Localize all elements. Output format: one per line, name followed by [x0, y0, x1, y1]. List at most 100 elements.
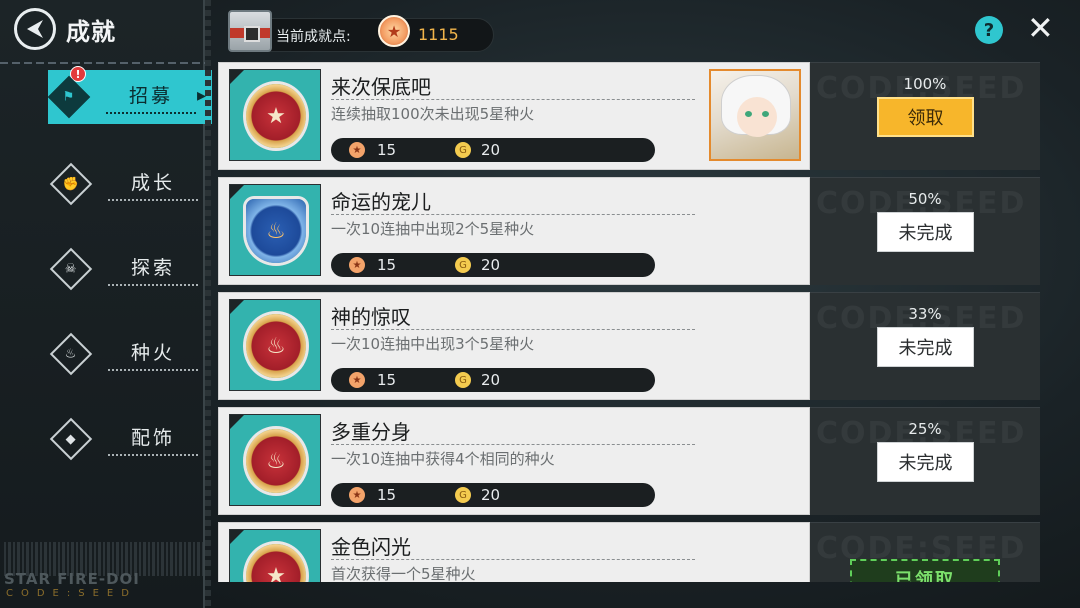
achievement-title: 多重分身 — [331, 420, 411, 444]
points-value: 1115 — [418, 25, 459, 44]
reward-points: 15 — [377, 486, 397, 504]
achievement-badge: ★ — [229, 69, 321, 161]
page-title: 成就 — [66, 18, 116, 46]
sidebar-item-growth[interactable]: ✊ 成长 — [49, 158, 210, 210]
sidebar: 成就 ! ⚑ 招募 ▸ ✊ 成长 ☠ 探索 ♨ 种火 ◆ 配饰 STAR FIR… — [0, 0, 212, 608]
claimed-badge: 已领取 — [850, 559, 1000, 582]
sidebar-item-fire[interactable]: ♨ 种火 — [49, 328, 210, 380]
incomplete-button[interactable]: 未完成 — [877, 327, 974, 367]
help-button[interactable]: ? — [975, 16, 1003, 44]
fire-medal-icon: ♨ — [246, 429, 306, 493]
chest-icon — [228, 10, 272, 52]
trophy-point-icon: ★ — [349, 142, 365, 158]
divider — [331, 444, 695, 445]
status-panel: CODE:SEED 33% 未完成 — [810, 292, 1040, 400]
achievement-card: ♨ 神的惊叹 一次10连抽中出现3个5星种火 ★ 15 G 20 — [218, 292, 810, 400]
reward-coins: 20 — [481, 256, 501, 274]
reward-bar: ★ 15 G 20 — [331, 253, 655, 277]
achievement-desc: 一次10连抽中出现2个5星种火 — [331, 220, 535, 238]
growth-icon: ✊ — [49, 162, 93, 206]
achievement-card: ♨ 命运的宠儿 一次10连抽中出现2个5星种火 ★ 15 G 20 — [218, 177, 810, 285]
sidebar-item-recruit[interactable]: ! ⚑ 招募 ▸ — [47, 66, 212, 124]
character-portrait[interactable] — [709, 69, 801, 161]
trophy-icon: ★ — [378, 15, 410, 47]
progress-percent: 33% — [908, 305, 942, 323]
fire-medal-icon: ♨ — [246, 314, 306, 378]
reward-points: 15 — [377, 371, 397, 389]
reward-bar: ★ 15 G 20 — [331, 138, 655, 162]
reward-coins: 20 — [481, 141, 501, 159]
achievement-title: 金色闪光 — [331, 535, 411, 559]
divider — [331, 214, 695, 215]
status-panel: CODE:SEED 25% 未完成 — [810, 407, 1040, 515]
achievement-row: ★ 来次保底吧 连续抽取100次未出现5星种火 ★ 15 G 20 CODE:S… — [218, 62, 1040, 170]
achievement-title: 命运的宠儿 — [331, 190, 431, 214]
brand-text: STAR FIRE-DOI — [4, 570, 140, 588]
reward-bar: ★ 15 G 20 — [331, 368, 655, 392]
status-panel: CODE:SEED 已领取 — [810, 522, 1040, 582]
achievement-card: ★ 来次保底吧 连续抽取100次未出现5星种火 ★ 15 G 20 — [218, 62, 810, 170]
incomplete-button[interactable]: 未完成 — [877, 442, 974, 482]
sidebar-item-explore[interactable]: ☠ 探索 — [49, 243, 210, 295]
divider — [331, 99, 695, 100]
achievement-desc: 连续抽取100次未出现5星种火 — [331, 105, 535, 123]
sidebar-item-label: 招募 — [106, 81, 196, 114]
achievement-row: ♨ 命运的宠儿 一次10连抽中出现2个5星种火 ★ 15 G 20 CODE:S… — [218, 177, 1040, 285]
gold-coin-icon: G — [455, 487, 471, 503]
incomplete-button[interactable]: 未完成 — [877, 212, 974, 252]
trophy-point-icon: ★ — [349, 487, 365, 503]
achievement-desc: 一次10连抽中出现3个5星种火 — [331, 335, 535, 353]
fire-icon: ♨ — [49, 332, 93, 376]
reward-points: 15 — [377, 141, 397, 159]
sidebar-item-label: 成长 — [108, 168, 198, 201]
reward-bar: ★ 15 G 20 — [331, 483, 655, 507]
chevron-right-icon: ▸ — [196, 85, 206, 106]
sidebar-item-accessory[interactable]: ◆ 配饰 — [49, 413, 210, 465]
reward-coins: 20 — [481, 486, 501, 504]
brand-subtext: CODE:SEED — [6, 588, 137, 599]
reward-coins: 20 — [481, 371, 501, 389]
achievement-title: 来次保底吧 — [331, 75, 431, 99]
recruit-icon: ⚑ — [47, 75, 91, 119]
achievement-card: ★ 金色闪光 首次获得一个5星种火 — [218, 522, 810, 582]
progress-percent: 100% — [903, 75, 947, 93]
achievement-row: ♨ 多重分身 一次10连抽中获得4个相同的种火 ★ 15 G 20 CODE:S… — [218, 407, 1040, 515]
gold-coin-icon: G — [455, 257, 471, 273]
back-button[interactable] — [14, 8, 56, 50]
achievement-card: ♨ 多重分身 一次10连抽中获得4个相同的种火 ★ 15 G 20 — [218, 407, 810, 515]
explore-icon: ☠ — [49, 247, 93, 291]
achievement-row: ♨ 神的惊叹 一次10连抽中出现3个5星种火 ★ 15 G 20 CODE:SE… — [218, 292, 1040, 400]
fire-shield-icon: ♨ — [246, 199, 306, 263]
accessory-icon: ◆ — [49, 417, 93, 461]
trophy-point-icon: ★ — [349, 257, 365, 273]
achievement-badge: ♨ — [229, 414, 321, 506]
gold-coin-icon: G — [455, 372, 471, 388]
achievement-desc: 首次获得一个5星种火 — [331, 565, 476, 582]
divider — [331, 329, 695, 330]
points-label: 当前成就点: — [276, 29, 351, 45]
achievement-desc: 一次10连抽中获得4个相同的种火 — [331, 450, 555, 468]
achievement-badge: ♨ — [229, 184, 321, 276]
trophy-point-icon: ★ — [349, 372, 365, 388]
achievement-list[interactable]: ★ 来次保底吧 连续抽取100次未出现5星种火 ★ 15 G 20 CODE:S… — [218, 62, 1040, 582]
sidebar-divider — [0, 62, 205, 64]
reward-points: 15 — [377, 256, 397, 274]
achievement-badge: ★ — [229, 529, 321, 582]
progress-percent: 50% — [908, 190, 942, 208]
achievement-badge: ♨ — [229, 299, 321, 391]
achievement-title: 神的惊叹 — [331, 305, 411, 329]
close-button[interactable]: ✕ — [1027, 12, 1054, 44]
progress-percent: 25% — [908, 420, 942, 438]
gold-coin-icon: G — [455, 142, 471, 158]
sidebar-item-label: 种火 — [108, 338, 198, 371]
status-panel: CODE:SEED 50% 未完成 — [810, 177, 1040, 285]
claim-button[interactable]: 领取 — [877, 97, 974, 137]
achievement-row: ★ 金色闪光 首次获得一个5星种火 CODE:SEED 已领取 — [218, 522, 1040, 582]
status-panel: CODE:SEED 100% 领取 — [810, 62, 1040, 170]
divider — [331, 559, 695, 560]
back-arrow-icon — [27, 20, 43, 38]
sidebar-item-label: 配饰 — [108, 423, 198, 456]
star-medal-icon: ★ — [246, 544, 306, 582]
sidebar-item-label: 探索 — [108, 253, 198, 286]
star-medal-icon: ★ — [246, 84, 306, 148]
